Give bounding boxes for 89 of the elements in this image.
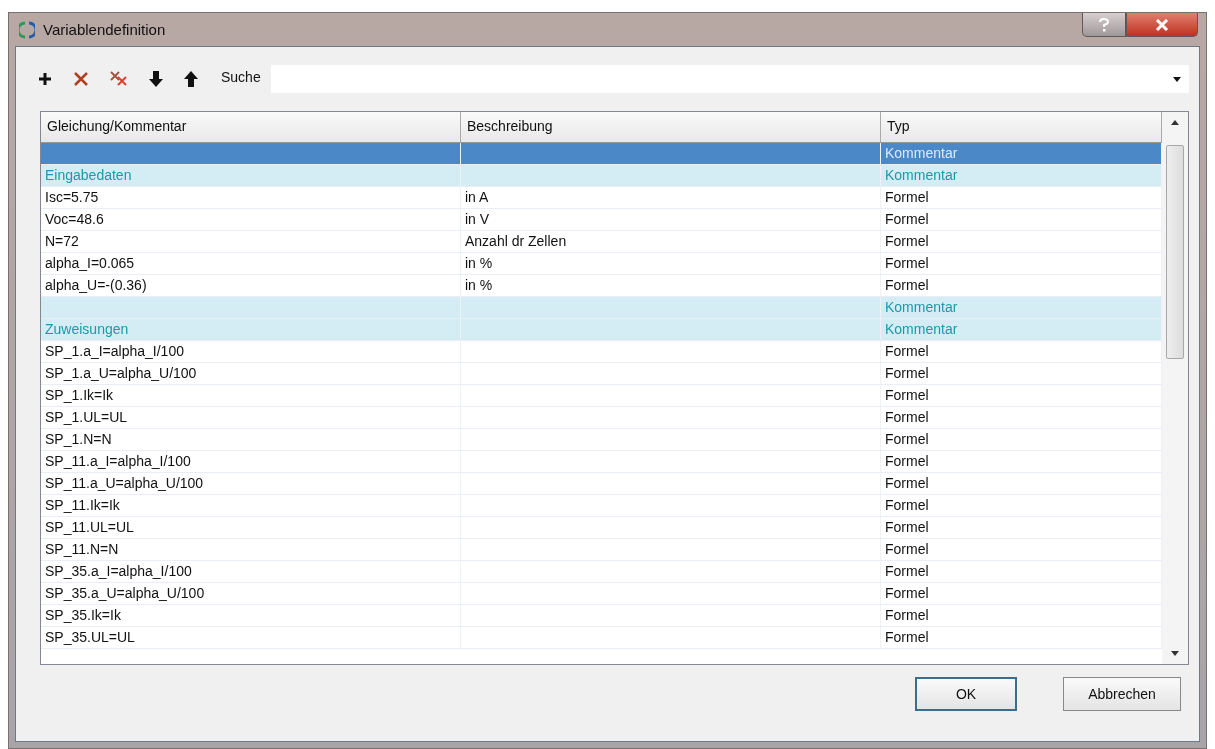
table-cell: Formel <box>885 497 929 513</box>
table-cell: Formel <box>885 541 929 557</box>
table-cell: in A <box>465 189 489 205</box>
table-row[interactable]: SP_1.Ik=Ik Formel <box>41 385 1162 407</box>
table-cell: SP_11.UL=UL <box>45 519 134 535</box>
table-cell: SP_1.Ik=Ik <box>45 387 114 403</box>
table-cell: Formel <box>885 365 929 381</box>
dialog-button[interactable]: Abbrechen <box>1063 677 1181 711</box>
column-header[interactable]: Gleichung/Kommentar <box>41 112 461 142</box>
scroll-thumb[interactable] <box>1166 145 1184 359</box>
table-cell: SP_35.a_I=alpha_I/100 <box>45 563 192 579</box>
table-row[interactable]: alpha_U=-(0.36) in % Formel <box>41 275 1162 297</box>
table-row[interactable]: SP_1.a_U=alpha_U/100 Formel <box>41 363 1162 385</box>
table-cell: SP_35.UL=UL <box>45 629 135 645</box>
table-cell: Formel <box>885 475 929 491</box>
table-cell: alpha_U=-(0.36) <box>45 277 147 293</box>
search-label: Suche <box>221 69 261 85</box>
table-row[interactable]: SP_11.N=N Formel <box>41 539 1162 561</box>
dialog-button[interactable]: OK <box>915 677 1017 711</box>
table-cell: Formel <box>885 211 929 227</box>
table-cell: Kommentar <box>885 145 958 161</box>
table-cell: in % <box>465 255 493 271</box>
table-cell: Formel <box>885 607 929 623</box>
table-cell: Formel <box>885 189 929 205</box>
column-header[interactable]: Beschreibung <box>461 112 881 142</box>
table-cell: in V <box>465 211 490 227</box>
table-cell: Formel <box>885 387 929 403</box>
table-cell: SP_11.a_I=alpha_I/100 <box>45 453 191 469</box>
table-cell: SP_1.UL=UL <box>45 409 128 425</box>
table-cell: SP_35.a_U=alpha_U/100 <box>45 585 205 601</box>
table-row[interactable]: SP_35.Ik=Ik Formel <box>41 605 1162 627</box>
table-cell: SP_11.Ik=Ik <box>45 497 120 513</box>
table-cell: SP_1.a_U=alpha_U/100 <box>45 365 197 381</box>
table-cell: Zuweisungen <box>45 321 129 337</box>
table-cell: Kommentar <box>885 299 958 315</box>
table-cell: Formel <box>885 585 929 601</box>
table-cell: Formel <box>885 453 929 469</box>
table-cell: in % <box>465 277 493 293</box>
table-cell: Formel <box>885 343 929 359</box>
search-field[interactable] <box>270 65 1189 93</box>
table-row[interactable]: Isc=5.75 in A Formel <box>41 187 1162 209</box>
table-cell: Formel <box>885 255 929 271</box>
table-row[interactable]: SP_35.a_U=alpha_U/100 Formel <box>41 583 1162 605</box>
table-row[interactable]: alpha_I=0.065 in % Formel <box>41 253 1162 275</box>
caret-icon <box>1173 76 1181 82</box>
window-title: Variablendefinition <box>43 21 166 38</box>
table-cell: Eingabedaten <box>45 167 132 183</box>
scroll-down-icon <box>1171 651 1179 656</box>
table-row[interactable]: SP_35.UL=UL Formel <box>41 627 1162 649</box>
table-cell: SP_1.N=N <box>45 431 112 447</box>
table-cell: Formel <box>885 233 929 249</box>
help-button[interactable] <box>1082 13 1126 37</box>
up-arrow-icon <box>184 71 198 87</box>
table-row[interactable]: N=72 Anzahl dr Zellen Formel <box>41 231 1162 253</box>
cross-icon <box>73 71 89 87</box>
scrollbar[interactable] <box>1162 112 1188 664</box>
table-row[interactable]: SP_1.a_I=alpha_I/100 Formel <box>41 341 1162 363</box>
table-cell: SP_1.a_I=alpha_I/100 <box>45 343 184 359</box>
down-arrow-icon <box>149 71 163 87</box>
table-row[interactable]: Voc=48.6 in V Formel <box>41 209 1162 231</box>
table-cell: Voc=48.6 <box>45 211 104 227</box>
table-cell: N=72 <box>45 233 79 249</box>
question-mark-icon <box>1098 17 1110 32</box>
table-cell: Formel <box>885 629 929 645</box>
table-cell: Kommentar <box>885 167 958 183</box>
table-row[interactable]: SP_35.a_I=alpha_I/100 Formel <box>41 561 1162 583</box>
close-button[interactable] <box>1126 13 1198 37</box>
close-icon <box>1155 18 1169 31</box>
table-cell: SP_35.Ik=Ik <box>45 607 121 623</box>
plus-icon <box>38 72 52 86</box>
table-cell: Isc=5.75 <box>45 189 99 205</box>
table-row[interactable]: SP_1.N=N Formel <box>41 429 1162 451</box>
table-cell: Anzahl dr Zellen <box>465 233 567 249</box>
table-cell: SP_11.a_U=alpha_U/100 <box>45 475 204 491</box>
table-cell: Kommentar <box>885 321 958 337</box>
table-row[interactable]: SP_1.UL=UL Formel <box>41 407 1162 429</box>
scroll-up-icon <box>1171 120 1179 125</box>
table-cell: Formel <box>885 431 929 447</box>
table-cell: Formel <box>885 563 929 579</box>
table-row[interactable]: SP_11.a_U=alpha_U/100 Formel <box>41 473 1162 495</box>
table-cell: Formel <box>885 277 929 293</box>
table-cell: Formel <box>885 519 929 535</box>
double-cross-icon <box>110 71 128 87</box>
table-cell: SP_11.N=N <box>45 541 119 557</box>
table-row[interactable]: SP_11.Ik=Ik Formel <box>41 495 1162 517</box>
table-cell: alpha_I=0.065 <box>45 255 135 271</box>
table-row[interactable]: SP_11.UL=UL Formel <box>41 517 1162 539</box>
table-row[interactable]: SP_11.a_I=alpha_I/100 Formel <box>41 451 1162 473</box>
table-cell: Formel <box>885 409 929 425</box>
